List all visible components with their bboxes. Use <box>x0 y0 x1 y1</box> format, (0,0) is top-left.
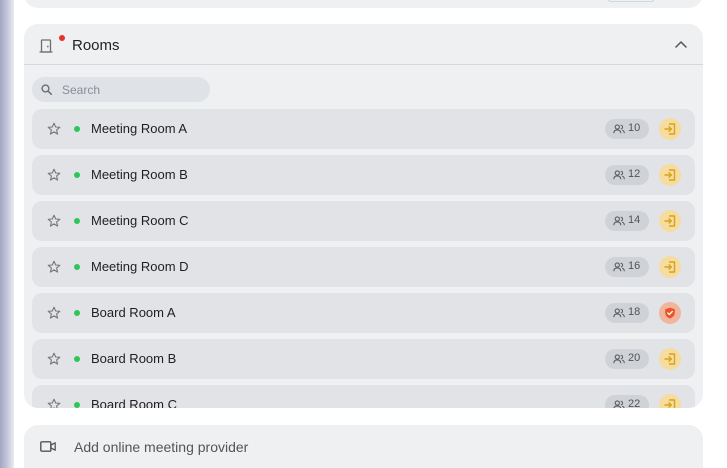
room-row[interactable]: Board Room B 20 <box>32 339 695 379</box>
star-icon[interactable] <box>47 398 61 408</box>
capacity-badge: 20 <box>605 349 649 369</box>
people-icon <box>613 400 625 408</box>
capacity-badge: 12 <box>605 165 649 185</box>
rooms-header[interactable]: Rooms <box>24 24 703 65</box>
capacity-count: 14 <box>628 214 641 226</box>
join-room-button[interactable] <box>659 118 681 140</box>
people-icon <box>613 124 625 134</box>
room-row[interactable]: Meeting Room C 14 <box>32 201 695 241</box>
star-icon[interactable] <box>47 168 61 182</box>
search-icon <box>41 84 52 95</box>
join-room-button[interactable] <box>659 394 681 408</box>
room-search[interactable] <box>32 77 210 102</box>
capacity-count: 10 <box>628 122 641 134</box>
capacity-count: 12 <box>628 168 641 180</box>
availability-dot <box>74 126 80 132</box>
join-room-button[interactable] <box>659 164 681 186</box>
room-name: Board Room B <box>91 351 177 366</box>
capacity-badge: 22 <box>605 395 649 408</box>
capacity-count: 18 <box>628 306 641 318</box>
availability-dot <box>74 264 80 270</box>
star-icon[interactable] <box>47 260 61 274</box>
join-room-button[interactable] <box>659 210 681 232</box>
room-row[interactable]: Board Room A 18 <box>32 293 695 333</box>
join-icon <box>664 399 676 408</box>
capacity-badge: 14 <box>605 211 649 231</box>
join-room-button[interactable] <box>659 256 681 278</box>
availability-dot <box>74 310 80 316</box>
capacity-badge: 18 <box>605 303 649 323</box>
people-icon <box>613 170 625 180</box>
chevron-up-icon[interactable] <box>675 40 687 48</box>
room-name: Meeting Room D <box>91 259 189 274</box>
room-name: Board Room C <box>91 397 177 408</box>
add-meeting-provider-label: Add online meeting provider <box>74 439 249 455</box>
join-icon <box>664 123 676 135</box>
join-icon <box>664 169 676 181</box>
room-name: Meeting Room B <box>91 167 188 182</box>
people-icon <box>613 262 625 272</box>
previous-section-card <box>24 0 703 8</box>
star-icon[interactable] <box>47 306 61 320</box>
availability-dot <box>74 172 80 178</box>
capacity-badge: 10 <box>605 119 649 139</box>
availability-dot <box>74 218 80 224</box>
room-name: Meeting Room C <box>91 213 189 228</box>
capacity-count: 20 <box>628 352 641 364</box>
join-room-button[interactable] <box>659 348 681 370</box>
rooms-panel: Rooms Meeting Room A 10 <box>24 24 703 408</box>
join-icon <box>664 353 676 365</box>
room-name: Meeting Room A <box>91 121 188 136</box>
notification-dot <box>59 35 65 41</box>
people-icon <box>613 216 625 226</box>
room-row[interactable]: Meeting Room B 12 <box>32 155 695 195</box>
room-name: Board Room A <box>91 305 176 320</box>
room-row[interactable]: Board Room C 22 <box>32 385 695 408</box>
secure-room-button[interactable] <box>659 302 681 324</box>
room-row[interactable]: Meeting Room D 16 <box>32 247 695 287</box>
join-icon <box>664 261 676 273</box>
search-input[interactable] <box>62 81 202 98</box>
star-icon[interactable] <box>47 352 61 366</box>
previous-section-control[interactable] <box>607 0 655 2</box>
capacity-badge: 16 <box>605 257 649 277</box>
add-meeting-provider-button[interactable]: Add online meeting provider <box>24 425 703 468</box>
capacity-count: 22 <box>628 398 641 408</box>
people-icon <box>613 354 625 364</box>
star-icon[interactable] <box>47 122 61 136</box>
room-row[interactable]: Meeting Room A 10 <box>32 109 695 149</box>
star-icon[interactable] <box>47 214 61 228</box>
capacity-count: 16 <box>628 260 641 272</box>
background-window-edge <box>0 0 14 468</box>
door-icon <box>39 39 53 53</box>
people-icon <box>613 308 625 318</box>
join-icon <box>664 215 676 227</box>
availability-dot <box>74 402 80 408</box>
shield-check-icon <box>665 307 675 319</box>
rooms-title: Rooms <box>72 37 120 54</box>
availability-dot <box>74 356 80 362</box>
video-camera-icon <box>40 441 56 452</box>
